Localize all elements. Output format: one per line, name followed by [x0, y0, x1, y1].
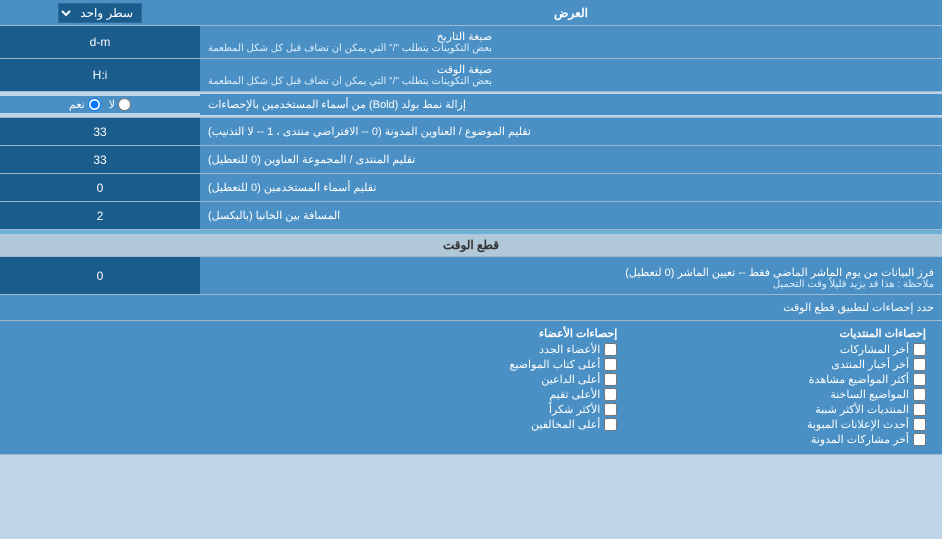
member-stat-3-checkbox[interactable]	[604, 388, 617, 401]
checkbox-item: الأعلى تقيم	[325, 388, 618, 401]
usernames-row: تقليم أسماء المستخدمين (0 للتعطيل)	[0, 174, 942, 202]
bold-radio-no-label[interactable]: لا	[109, 98, 131, 111]
spacing-label: المسافة بين الخانيا (بالبكسل)	[200, 202, 942, 229]
member-stats-header: إحصاءات الأعضاء	[325, 327, 618, 340]
forum-titles-input[interactable]	[6, 153, 194, 167]
usernames-input[interactable]	[6, 181, 194, 195]
checkbox-item: أحدث الإعلانات المبوبة	[633, 418, 926, 431]
spacing-row: المسافة بين الخانيا (بالبكسل)	[0, 202, 942, 230]
display-label: العرض	[200, 2, 942, 24]
stats-section: إحصاءات المنتديات أخر المشاركات أخر أخبا…	[0, 321, 942, 455]
member-stats-col: إحصاءات الأعضاء الأعضاء الجدد أعلى كتاب …	[317, 325, 626, 450]
checkbox-item: أكثر المواضيع مشاهدة	[633, 373, 926, 386]
forum-stat-6-checkbox[interactable]	[913, 433, 926, 446]
stats-grid: إحصاءات المنتديات أخر المشاركات أخر أخبا…	[8, 325, 934, 450]
time-format-label: صيغة الوقت بعض التكوينات يتطلب "/" التي …	[200, 59, 942, 91]
date-format-label: صيغة التاريخ بعض التكوينات يتطلب "/" الت…	[200, 26, 942, 58]
member-stat-4-checkbox[interactable]	[604, 403, 617, 416]
forum-stat-3-checkbox[interactable]	[913, 388, 926, 401]
forum-stat-1-checkbox[interactable]	[913, 358, 926, 371]
topic-titles-input-container	[0, 118, 200, 145]
usernames-input-container	[0, 174, 200, 201]
checkbox-item: أخر أخبار المنتدى	[633, 358, 926, 371]
display-select[interactable]: سطر واحد سطرين ثلاثة أسطر	[58, 3, 142, 23]
topic-titles-label: تقليم الموضوع / العناوين المدونة (0 -- ا…	[200, 118, 942, 145]
checkbox-item: أخر مشاركات المدونة	[633, 433, 926, 446]
checkbox-item: أخر المشاركات	[633, 343, 926, 356]
freeze-label: فرز البيانات من يوم الماشر الماضي فقط --…	[200, 257, 942, 294]
display-header-row: العرض سطر واحد سطرين ثلاثة أسطر	[0, 0, 942, 26]
checkbox-item: أعلى كتاب المواضيع	[325, 358, 618, 371]
forum-stats-header: إحصاءات المنتديات	[633, 327, 926, 340]
forum-titles-label: تقليم المنتدى / المجموعة العناوين (0 للت…	[200, 146, 942, 173]
checkbox-item: الأعضاء الجدد	[325, 343, 618, 356]
limit-row: حدد إحصاءات لتطبيق قطع الوقت	[0, 295, 942, 321]
forum-stats-col: إحصاءات المنتديات أخر المشاركات أخر أخبا…	[625, 325, 934, 450]
display-select-container: سطر واحد سطرين ثلاثة أسطر	[0, 1, 200, 25]
forum-titles-row: تقليم المنتدى / المجموعة العناوين (0 للت…	[0, 146, 942, 174]
bold-radio-label: إزالة نمط بولد (Bold) من أسماء المستخدمي…	[200, 94, 942, 115]
time-format-row: صيغة الوقت بعض التكوينات يتطلب "/" التي …	[0, 59, 942, 92]
member-stat-1-checkbox[interactable]	[604, 358, 617, 371]
member-stat-5-checkbox[interactable]	[604, 418, 617, 431]
usernames-label: تقليم أسماء المستخدمين (0 للتعطيل)	[200, 174, 942, 201]
main-container: العرض سطر واحد سطرين ثلاثة أسطر صيغة الت…	[0, 0, 942, 455]
forum-titles-input-container	[0, 146, 200, 173]
bold-radio-container: نعم لا	[0, 96, 200, 113]
member-stat-0-checkbox[interactable]	[604, 343, 617, 356]
forum-stat-4-checkbox[interactable]	[913, 403, 926, 416]
topic-titles-input[interactable]	[6, 125, 194, 139]
spacing-input-container	[0, 202, 200, 229]
date-format-row: صيغة التاريخ بعض التكوينات يتطلب "/" الت…	[0, 26, 942, 59]
bold-radio-no[interactable]	[118, 98, 131, 111]
bold-radio-yes[interactable]	[88, 98, 101, 111]
date-format-input[interactable]	[6, 35, 194, 49]
spacing-input[interactable]	[6, 209, 194, 223]
checkbox-item: المواضيع الساخنة	[633, 388, 926, 401]
checkbox-item: أعلى الداعين	[325, 373, 618, 386]
bold-radio-yes-label[interactable]: نعم	[69, 98, 101, 111]
extra-col	[8, 325, 317, 450]
checkbox-item: أعلى المخالفين	[325, 418, 618, 431]
bold-radio-row: إزالة نمط بولد (Bold) من أسماء المستخدمي…	[0, 92, 942, 118]
checkbox-item: الأكثر شكراً	[325, 403, 618, 416]
member-stat-2-checkbox[interactable]	[604, 373, 617, 386]
forum-stat-0-checkbox[interactable]	[913, 343, 926, 356]
freeze-input[interactable]	[6, 269, 194, 283]
forum-stat-2-checkbox[interactable]	[913, 373, 926, 386]
freeze-input-container	[0, 257, 200, 294]
topic-titles-row: تقليم الموضوع / العناوين المدونة (0 -- ا…	[0, 118, 942, 146]
checkbox-item: المنتديات الأكثر شببة	[633, 403, 926, 416]
freeze-section-header: قطع الوقت	[0, 234, 942, 257]
limit-label: حدد إحصاءات لتطبيق قطع الوقت	[0, 297, 942, 318]
freeze-row: فرز البيانات من يوم الماشر الماضي فقط --…	[0, 257, 942, 295]
time-format-input[interactable]	[6, 68, 194, 82]
forum-stat-5-checkbox[interactable]	[913, 418, 926, 431]
time-format-input-container	[0, 59, 200, 91]
date-format-input-container	[0, 26, 200, 58]
